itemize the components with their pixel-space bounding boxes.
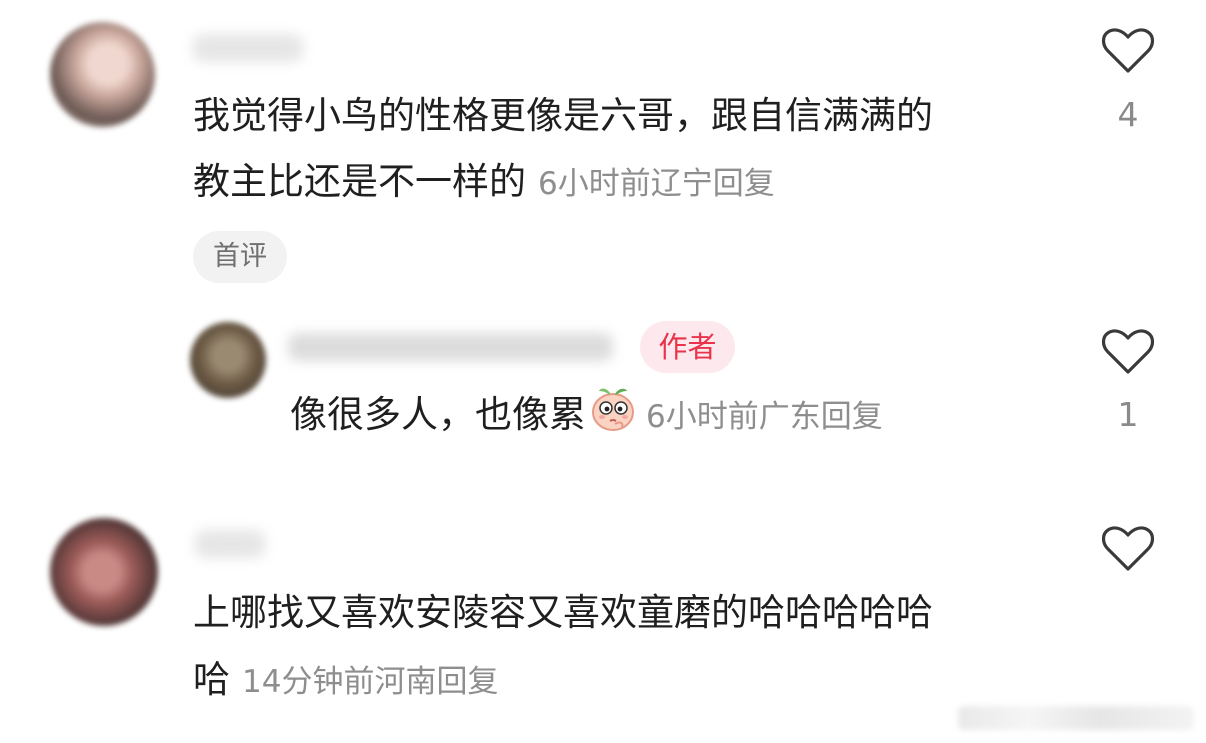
- comment-line: 教主比还是不一样的: [193, 160, 526, 203]
- like-button[interactable]: [1100, 525, 1156, 573]
- comment-location: 河南: [374, 664, 437, 700]
- like-count: 1: [1117, 395, 1139, 434]
- username-blurred[interactable]: [193, 34, 303, 62]
- reply-location: 广东: [758, 399, 821, 435]
- comment-text: 上哪找又喜欢安陵容又喜欢童磨的哈哈哈哈哈: [193, 581, 933, 645]
- like-button[interactable]: [1100, 27, 1156, 75]
- heart-outline-icon: [1101, 329, 1155, 374]
- comment-text: 我觉得小鸟的性格更像是六哥，跟自信满满的: [193, 84, 933, 148]
- comment-time: 14分钟前: [242, 664, 375, 700]
- avatar[interactable]: [190, 322, 266, 398]
- reply-time: 6小时前: [646, 399, 759, 435]
- comment-location: 辽宁: [650, 166, 713, 202]
- peach-emoji-icon: [592, 388, 634, 431]
- comment-text-line2: 哈 14分钟前河南回复: [193, 648, 498, 714]
- reply-text: 像很多人，也像累 6小时前广东回复: [290, 383, 883, 449]
- heart-outline-icon: [1101, 526, 1155, 571]
- avatar[interactable]: [50, 22, 155, 127]
- comment-line: 哈: [193, 658, 230, 701]
- comment-time: 6小时前: [538, 166, 651, 202]
- comment-line: 上哪找又喜欢安陵容又喜欢童磨的哈哈哈哈哈: [193, 591, 933, 634]
- reply-button[interactable]: 回复: [436, 664, 498, 700]
- heart-outline-icon: [1101, 28, 1155, 73]
- comment-line: 我觉得小鸟的性格更像是六哥，跟自信满满的: [193, 94, 933, 137]
- reply-line: 像很多人，也像累: [290, 393, 586, 436]
- comment-text-line2: 教主比还是不一样的 6小时前辽宁回复: [193, 150, 775, 216]
- first-comment-tag: 首评: [193, 231, 287, 283]
- username-blurred[interactable]: [288, 333, 613, 361]
- like-count: 4: [1117, 95, 1139, 134]
- like-button[interactable]: [1100, 328, 1156, 376]
- reply-button[interactable]: 回复: [713, 166, 775, 202]
- reply-button[interactable]: 回复: [821, 399, 883, 435]
- username-blurred[interactable]: [195, 530, 265, 558]
- author-badge: 作者: [640, 321, 735, 373]
- watermark-blurred: [958, 706, 1194, 730]
- avatar[interactable]: [50, 518, 158, 626]
